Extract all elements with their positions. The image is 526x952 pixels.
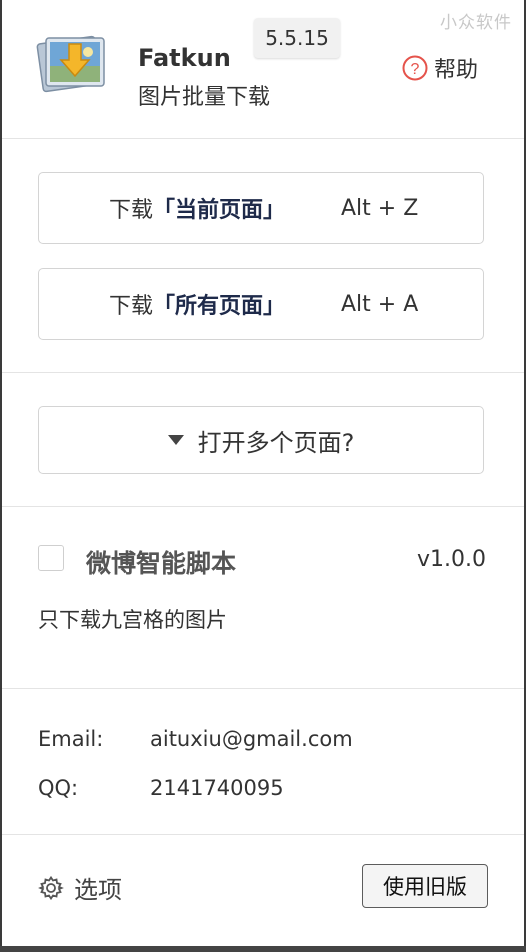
app-name: Fatkun bbox=[138, 44, 231, 72]
divider bbox=[2, 506, 524, 507]
divider bbox=[2, 372, 524, 373]
divider bbox=[2, 688, 524, 689]
all-pages-label: 「所有页面」 bbox=[153, 294, 286, 319]
email-label: Email: bbox=[38, 727, 104, 751]
qq-label: QQ: bbox=[38, 776, 79, 800]
version-badge: 5.5.15 bbox=[254, 18, 340, 58]
current-page-label: 「当前页面」 bbox=[153, 198, 286, 223]
watermark: 小众软件 bbox=[440, 13, 512, 33]
open-multiple-pages-label: 打开多个页面? bbox=[197, 428, 355, 457]
help-label: 帮助 bbox=[434, 58, 479, 83]
use-old-version-button[interactable]: 使用旧版 bbox=[362, 864, 488, 908]
open-multiple-pages-button[interactable]: 打开多个页面? bbox=[38, 406, 484, 474]
shortcut-alt-z: Alt + Z bbox=[341, 195, 419, 221]
window-frame-left bbox=[0, 0, 2, 952]
download-prefix: 下载 bbox=[109, 294, 154, 319]
email-value: aituxiu@gmail.com bbox=[150, 727, 353, 751]
download-current-page-button[interactable]: 下载 「当前页面」 Alt + Z bbox=[38, 172, 484, 244]
options-link[interactable]: 选项 bbox=[38, 870, 122, 905]
qq-value: 2141740095 bbox=[150, 776, 284, 800]
gear-icon bbox=[38, 875, 64, 900]
divider bbox=[2, 834, 524, 835]
options-label: 选项 bbox=[74, 876, 122, 904]
divider bbox=[2, 138, 524, 139]
script-description: 只下载九宫格的图片 bbox=[38, 608, 227, 632]
app-logo-icon bbox=[36, 35, 105, 93]
shortcut-alt-a: Alt + A bbox=[341, 291, 419, 317]
script-version: v1.0.0 bbox=[417, 547, 486, 572]
underlying-window-strip bbox=[0, 946, 526, 952]
script-title: 微博智能脚本 bbox=[86, 549, 237, 578]
svg-text:?: ? bbox=[411, 61, 420, 78]
app-subtitle: 图片批量下载 bbox=[138, 85, 271, 110]
weibo-script-checkbox[interactable] bbox=[38, 545, 64, 571]
help-question-icon: ? bbox=[402, 55, 428, 81]
download-prefix: 下载 bbox=[109, 198, 154, 223]
help-link[interactable]: ? 帮助 bbox=[402, 52, 478, 84]
triangle-down-icon bbox=[167, 435, 184, 445]
download-all-pages-button[interactable]: 下载 「所有页面」 Alt + A bbox=[38, 268, 484, 340]
